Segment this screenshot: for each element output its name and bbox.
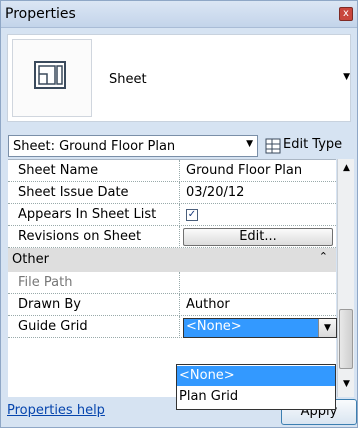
collapse-icon[interactable]: ⌃ xyxy=(319,250,328,263)
dropdown-option-plan-grid[interactable]: Plan Grid xyxy=(177,387,335,407)
property-row-sheet-name[interactable]: Sheet Name Ground Floor Plan xyxy=(8,160,336,182)
property-name: Drawn By xyxy=(18,297,81,312)
dropdown-option-none[interactable]: <None> xyxy=(177,366,335,386)
guide-grid-cell: <None> ▼ xyxy=(179,316,337,338)
property-row-revisions-on-sheet[interactable]: Revisions on Sheet Edit... xyxy=(8,226,336,248)
property-row-appears-in-sheet-list[interactable]: Appears In Sheet List ✓ xyxy=(8,204,336,226)
appears-in-sheet-list-cell: ✓ xyxy=(179,204,336,226)
property-name: Sheet Issue Date xyxy=(18,185,129,200)
property-row-file-path[interactable]: File Path xyxy=(8,272,336,294)
edit-type-button[interactable]: Edit Type xyxy=(261,135,351,157)
scrollbar-thumb[interactable] xyxy=(339,309,353,369)
property-row-guide-grid[interactable]: Guide Grid <None> ▼ xyxy=(8,316,337,338)
properties-window: Properties x Sheet ▼ Sheet: Ground Floor… xyxy=(0,0,358,428)
properties-grid: Sheet Name Ground Floor Plan Sheet Issue… xyxy=(8,159,337,397)
sheet-name-field[interactable]: Ground Floor Plan xyxy=(179,160,336,182)
property-name: Revisions on Sheet xyxy=(18,229,142,244)
type-selector[interactable]: Sheet ▼ xyxy=(7,34,351,122)
guide-grid-selected-value: <None> xyxy=(184,319,318,337)
guide-grid-options-list: <None> Plan Grid xyxy=(176,364,336,410)
edit-type-icon xyxy=(265,138,281,154)
property-name: File Path xyxy=(18,275,73,290)
guide-grid-dropdown[interactable]: <None> ▼ xyxy=(183,318,337,338)
scroll-up-icon[interactable]: ▲ xyxy=(338,163,355,173)
instance-filter-value: Sheet: Ground Floor Plan xyxy=(13,139,176,154)
property-value: Ground Floor Plan xyxy=(186,163,303,178)
chevron-down-icon[interactable]: ▼ xyxy=(343,72,350,82)
close-icon[interactable]: x xyxy=(339,7,353,21)
category-label: Other xyxy=(12,252,49,267)
property-name: Appears In Sheet List xyxy=(18,207,157,222)
property-row-sheet-issue-date[interactable]: Sheet Issue Date 03/20/12 xyxy=(8,182,336,204)
chevron-down-icon[interactable]: ▼ xyxy=(318,319,336,337)
property-name: Guide Grid xyxy=(18,319,88,334)
title-bar: Properties x xyxy=(1,1,357,28)
type-name: Sheet xyxy=(109,72,147,87)
edit-type-label: Edit Type xyxy=(283,137,343,152)
property-value: Author xyxy=(186,297,230,312)
sheet-icon xyxy=(12,39,92,117)
scroll-down-icon[interactable]: ▼ xyxy=(338,379,355,389)
appears-in-sheet-list-checkbox[interactable]: ✓ xyxy=(186,209,198,221)
chevron-down-icon[interactable]: ▼ xyxy=(246,139,253,149)
instance-filter-dropdown[interactable]: Sheet: Ground Floor Plan ▼ xyxy=(8,135,258,157)
drawn-by-field[interactable]: Author xyxy=(179,294,336,316)
property-row-drawn-by[interactable]: Drawn By Author xyxy=(8,294,336,316)
revisions-on-sheet-cell: Edit... xyxy=(179,226,336,248)
properties-help-link[interactable]: Properties help xyxy=(7,403,105,418)
sheet-issue-date-field[interactable]: 03/20/12 xyxy=(179,182,336,204)
file-path-field xyxy=(179,272,336,294)
property-value: 03/20/12 xyxy=(186,185,245,200)
property-name: Sheet Name xyxy=(18,163,99,178)
instance-filter-row: Sheet: Ground Floor Plan ▼ Edit Type xyxy=(8,135,350,157)
revisions-edit-button[interactable]: Edit... xyxy=(183,228,333,246)
window-title: Properties xyxy=(5,6,76,22)
vertical-scrollbar[interactable]: ▲ ▼ xyxy=(337,159,354,397)
category-other-header[interactable]: Other ⌃ xyxy=(8,248,336,272)
